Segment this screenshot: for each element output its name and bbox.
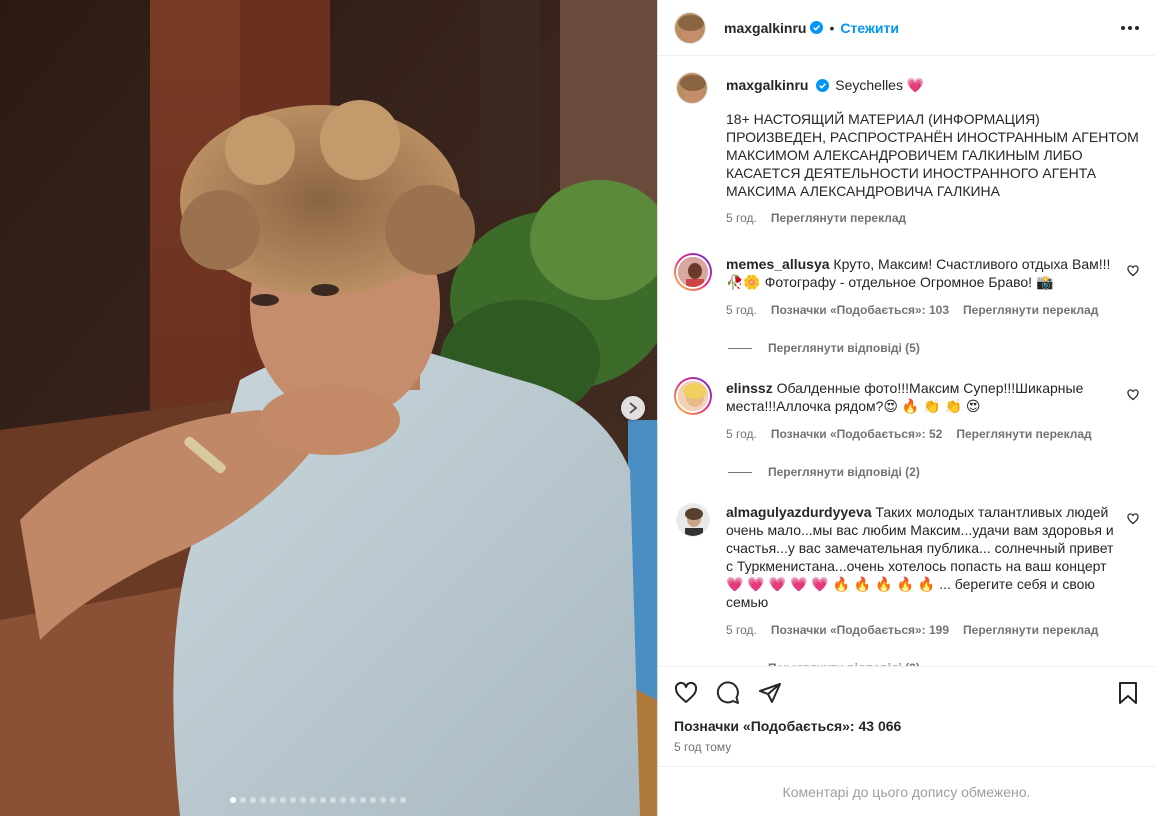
replies-line <box>728 347 752 349</box>
commenter-avatar[interactable] <box>674 377 712 415</box>
comment: memes_allusya Круто, Максим! Счастливого… <box>674 253 1139 319</box>
carousel-dot <box>370 797 376 803</box>
post-header: maxgalkinru • Стежити <box>658 0 1155 56</box>
chevron-right-icon <box>629 402 638 414</box>
carousel-dot <box>330 797 336 803</box>
carousel-dot <box>290 797 296 803</box>
replies-line <box>728 471 752 473</box>
carousel-dot <box>230 797 236 803</box>
comment-translate[interactable]: Переглянути переклад <box>963 621 1098 639</box>
header-separator: • <box>829 19 835 36</box>
carousel-dot <box>280 797 286 803</box>
comment-time[interactable]: 5 год. <box>726 621 757 639</box>
comments-limited-notice: Коментарі до цього допису обмежено. <box>658 766 1155 816</box>
carousel-dot <box>340 797 346 803</box>
commenter-username[interactable]: almagulyazdurdyyeva <box>726 504 872 520</box>
carousel-dot <box>300 797 306 803</box>
post-media[interactable] <box>0 0 657 816</box>
caption-text: 18+ НАСТОЯЩИЙ МАТЕРИАЛ (ИНФОРМАЦИЯ) ПРОИ… <box>726 111 1139 199</box>
view-replies-button[interactable]: Переглянути відповіді (2) <box>728 465 1139 479</box>
carousel-indicator <box>230 797 406 803</box>
carousel-dot <box>310 797 316 803</box>
follow-button[interactable]: Стежити <box>840 20 899 36</box>
comment-text: Обалденные фото!!!Максим Супер!!!Шикарны… <box>726 380 1084 414</box>
comment-time[interactable]: 5 год. <box>726 425 757 443</box>
comment-heart-icon[interactable] <box>1127 265 1139 277</box>
verified-badge-icon <box>810 21 824 34</box>
comment-translate[interactable]: Переглянути переклад <box>963 301 1098 319</box>
post-panel: maxgalkinru • Стежити maxgalkinru Seyche… <box>657 0 1155 816</box>
view-replies-label: Переглянути відповіді (2) <box>768 465 920 479</box>
carousel-dot <box>350 797 356 803</box>
caption-avatar[interactable] <box>676 72 708 104</box>
carousel-dot <box>400 797 406 803</box>
comment-icon[interactable] <box>716 680 740 705</box>
comment-likes[interactable]: Позначки «Подобається»: 199 <box>771 621 949 639</box>
commenter-avatar[interactable] <box>674 253 712 291</box>
author-username[interactable]: maxgalkinru <box>724 20 806 36</box>
next-photo-button[interactable] <box>621 396 645 420</box>
comment-heart-icon[interactable] <box>1127 513 1139 525</box>
commenter-avatar[interactable] <box>676 503 710 537</box>
comment-heart-icon[interactable] <box>1127 389 1139 401</box>
caption-translate[interactable]: Переглянути переклад <box>771 209 906 227</box>
bookmark-icon[interactable] <box>1117 681 1139 705</box>
carousel-dot <box>390 797 396 803</box>
verified-badge-icon <box>816 79 830 92</box>
share-icon[interactable] <box>758 681 782 705</box>
likes-count[interactable]: Позначки «Подобається»: 43 066 <box>658 718 1155 734</box>
author-avatar[interactable] <box>674 11 706 44</box>
more-options-icon[interactable] <box>1121 25 1139 30</box>
comment-likes[interactable]: Позначки «Подобається»: 103 <box>771 301 949 319</box>
post-photo <box>0 0 657 816</box>
commenter-username[interactable]: elinssz <box>726 380 773 396</box>
carousel-dot <box>320 797 326 803</box>
heart-icon[interactable] <box>674 681 698 705</box>
view-replies-button[interactable]: Переглянути відповіді (2) <box>728 661 1139 666</box>
carousel-dot <box>250 797 256 803</box>
comment-time[interactable]: 5 год. <box>726 301 757 319</box>
carousel-dot <box>360 797 366 803</box>
comment: almagulyazdurdyyeva Таких молодых талант… <box>674 501 1139 639</box>
view-replies-button[interactable]: Переглянути відповіді (5) <box>728 341 1139 355</box>
carousel-dot <box>270 797 276 803</box>
caption: maxgalkinru Seychelles 💗 18+ НАСТОЯЩИЙ М… <box>674 70 1139 227</box>
commenter-username[interactable]: memes_allusya <box>726 256 830 272</box>
comment-translate[interactable]: Переглянути переклад <box>956 425 1091 443</box>
carousel-dot <box>380 797 386 803</box>
caption-time[interactable]: 5 год. <box>726 209 757 227</box>
post-actions <box>658 666 1155 718</box>
comment: elinssz Обалденные фото!!!Максим Супер!!… <box>674 377 1139 443</box>
caption-emoji: 💗 <box>906 77 925 93</box>
post-time[interactable]: 5 год тому <box>658 734 1155 754</box>
view-replies-label: Переглянути відповіді (2) <box>768 661 920 666</box>
caption-location: Seychelles <box>835 77 903 93</box>
view-replies-label: Переглянути відповіді (5) <box>768 341 920 355</box>
comments-list[interactable]: maxgalkinru Seychelles 💗 18+ НАСТОЯЩИЙ М… <box>658 56 1155 666</box>
carousel-dot <box>240 797 246 803</box>
comment-likes[interactable]: Позначки «Подобається»: 52 <box>771 425 942 443</box>
caption-username[interactable]: maxgalkinru <box>726 77 808 93</box>
carousel-dot <box>260 797 266 803</box>
